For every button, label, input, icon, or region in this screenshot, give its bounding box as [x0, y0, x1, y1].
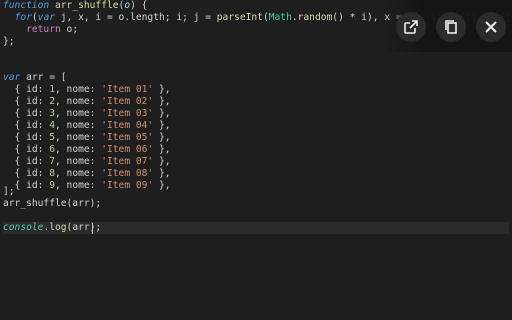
item-prefix: { id:: [3, 84, 50, 95]
item-mid: , nome:: [55, 120, 102, 131]
item-nome: 'Item 06': [101, 144, 154, 155]
item-suffix: },: [153, 144, 171, 155]
array-item-line: { id: 7, nome: 'Item 07' },: [3, 156, 509, 168]
array-item-line: { id: 3, nome: 'Item 03' },: [3, 108, 509, 120]
item-nome: 'Item 02': [101, 96, 154, 107]
array-item-line: { id: 6, nome: 'Item 06' },: [3, 144, 509, 156]
item-nome: 'Item 05': [101, 132, 154, 143]
close-icon: [485, 21, 497, 33]
vars: j, x, i =: [55, 12, 119, 23]
item-nome: 'Item 07': [101, 156, 154, 167]
obj-math: Math: [268, 12, 292, 23]
code-line-call: arr_shuffle(arr);: [3, 198, 102, 209]
item-prefix: { id:: [3, 168, 50, 179]
fn-parseint: parseInt: [216, 12, 263, 23]
fn-random: .random: [291, 12, 333, 23]
keyword-var: var: [3, 72, 21, 83]
copy-icon: [445, 20, 457, 34]
item-prefix: { id:: [3, 96, 50, 107]
code-line-7: var arr = [: [3, 72, 509, 84]
open-in-new-button[interactable]: [396, 12, 426, 42]
fn-log: .log: [43, 222, 67, 233]
item-prefix: { id:: [3, 120, 50, 131]
arr-decl: arr = [: [20, 72, 67, 83]
item-mid: , nome:: [55, 96, 102, 107]
keyword-function: function: [3, 0, 50, 11]
array-item-line: { id: 8, nome: 'Item 08' },: [3, 168, 509, 180]
keyword-return: return: [26, 24, 61, 35]
return-value: o;: [60, 24, 79, 35]
item-mid: , nome:: [55, 144, 102, 155]
item-prefix: { id:: [3, 132, 50, 143]
open-in-new-icon: [404, 20, 418, 34]
prop-length: .length: [124, 12, 165, 23]
array-item-line: { id: 5, nome: 'Item 05' },: [3, 132, 509, 144]
copy-button[interactable]: [436, 12, 466, 42]
item-prefix: { id:: [3, 144, 50, 155]
keyword-for: for: [14, 12, 32, 23]
item-suffix: },: [153, 84, 171, 95]
item-suffix: },: [153, 156, 171, 167]
item-nome: 'Item 03': [101, 108, 154, 119]
item-nome: 'Item 08': [101, 168, 154, 179]
item-suffix: },: [153, 120, 171, 131]
close-button[interactable]: [476, 12, 506, 42]
item-nome: 'Item 01': [101, 84, 154, 95]
code-toolbar: [384, 0, 512, 52]
item-nome: 'Item 04': [101, 120, 154, 131]
item-suffix: },: [153, 168, 171, 179]
item-prefix: { id:: [3, 108, 50, 119]
log-args: (arr);: [66, 222, 102, 233]
item-mid: , nome:: [55, 168, 102, 179]
item-mid: , nome:: [55, 84, 102, 95]
obj-console: console: [3, 222, 44, 233]
item-suffix: },: [153, 96, 171, 107]
close-brace: ) {: [130, 0, 148, 11]
code-line-console[interactable]: console.log(arr);: [3, 222, 509, 234]
keyword-var: var: [37, 12, 55, 23]
function-name: arr_shuffle: [55, 0, 119, 11]
array-item-line: { id: 2, nome: 'Item 02' },: [3, 96, 509, 108]
item-suffix: },: [153, 108, 171, 119]
array-item-line: { id: 1, nome: 'Item 01' },: [3, 84, 509, 96]
text-cursor: [92, 223, 93, 234]
item-mid: , nome:: [55, 132, 102, 143]
array-item-line: { id: 4, nome: 'Item 04' },: [3, 120, 509, 132]
item-mid: , nome:: [55, 108, 102, 119]
loop-cond: ; i; j =: [164, 12, 217, 23]
item-prefix: { id:: [3, 156, 50, 167]
code-line-close-array: ];: [3, 186, 15, 197]
item-mid: , nome:: [55, 156, 102, 167]
item-suffix: },: [153, 132, 171, 143]
